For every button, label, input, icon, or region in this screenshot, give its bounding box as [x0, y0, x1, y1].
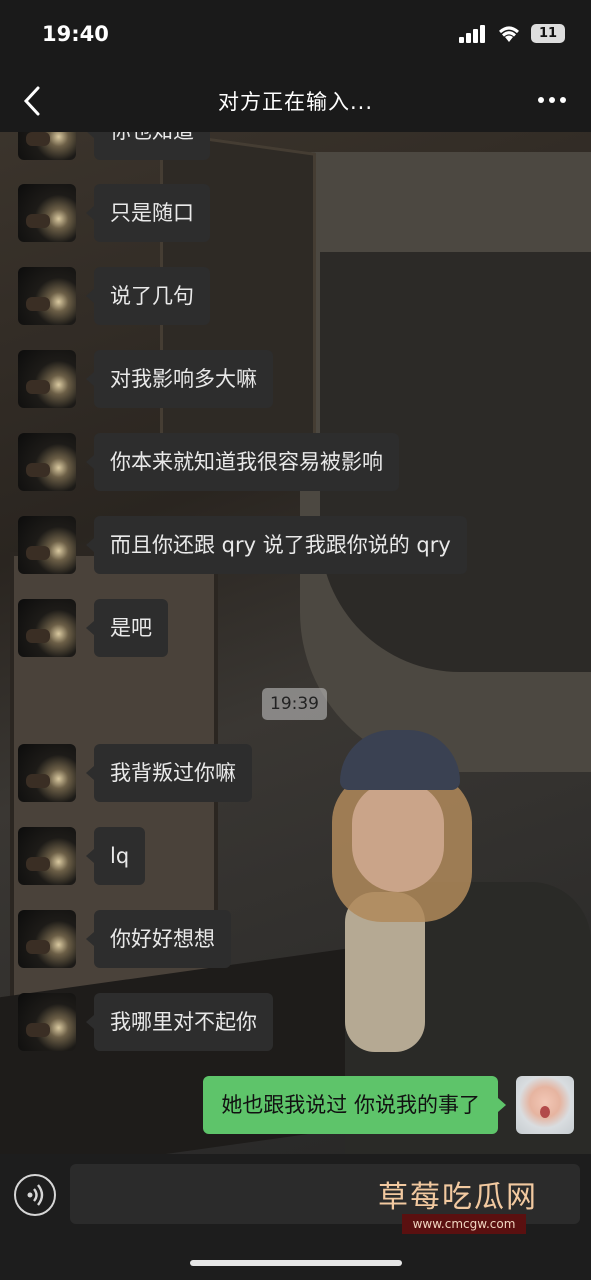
- home-indicator[interactable]: [190, 1260, 402, 1266]
- wifi-icon: [499, 26, 519, 42]
- avatar[interactable]: [18, 350, 76, 408]
- avatar[interactable]: [18, 433, 76, 491]
- background-shape: [352, 782, 444, 892]
- avatar[interactable]: [18, 744, 76, 802]
- watermark-title: 草莓吃瓜网: [378, 1180, 538, 1215]
- watermark-url: www.cmcgw.com: [402, 1214, 526, 1234]
- nav-bar: 对方正在输入...: [0, 70, 591, 132]
- voice-icon[interactable]: [14, 1174, 56, 1216]
- chat-title: 对方正在输入...: [217, 90, 374, 114]
- avatar[interactable]: [18, 184, 76, 242]
- message-bubble[interactable]: lq: [85, 827, 146, 885]
- chat-area[interactable]: 你也知道 只是随口 说了几句 对我影响多大嘛 你本来就知道我很容易被影响 而且你…: [0, 132, 591, 1154]
- avatar[interactable]: [18, 827, 76, 885]
- message-bubble[interactable]: 你也知道: [86, 132, 210, 160]
- message-bubble[interactable]: 是吧: [86, 599, 168, 657]
- status-time: 19:40: [42, 22, 109, 46]
- message-bubble[interactable]: 我哪里对不起你: [86, 993, 273, 1051]
- message-bubble[interactable]: 说了几句: [86, 267, 210, 325]
- status-bar: 19:40 11: [0, 0, 591, 70]
- battery-icon: 11: [531, 24, 565, 43]
- more-icon[interactable]: [537, 90, 567, 110]
- message-bubble[interactable]: 你好好想想: [86, 910, 231, 968]
- sent-message-bubble[interactable]: 她也跟我说过 你说我的事了: [203, 1076, 506, 1134]
- message-bubble[interactable]: 而且你还跟 qry 说了我跟你说的 qry: [86, 516, 467, 574]
- message-bubble[interactable]: 只是随口: [86, 184, 210, 242]
- avatar[interactable]: [18, 132, 76, 160]
- avatar[interactable]: [18, 993, 76, 1051]
- my-avatar[interactable]: [516, 1076, 574, 1134]
- message-bubble[interactable]: 你本来就知道我很容易被影响: [86, 433, 399, 491]
- avatar[interactable]: [18, 910, 76, 968]
- timestamp: 19:39: [262, 688, 327, 720]
- avatar[interactable]: [18, 267, 76, 325]
- message-bubble[interactable]: 对我影响多大嘛: [86, 350, 273, 408]
- avatar[interactable]: [18, 516, 76, 574]
- signal-icon: [459, 24, 485, 43]
- status-icons: 11: [459, 24, 565, 43]
- message-bubble[interactable]: 我背叛过你嘛: [86, 744, 252, 802]
- avatar[interactable]: [18, 599, 76, 657]
